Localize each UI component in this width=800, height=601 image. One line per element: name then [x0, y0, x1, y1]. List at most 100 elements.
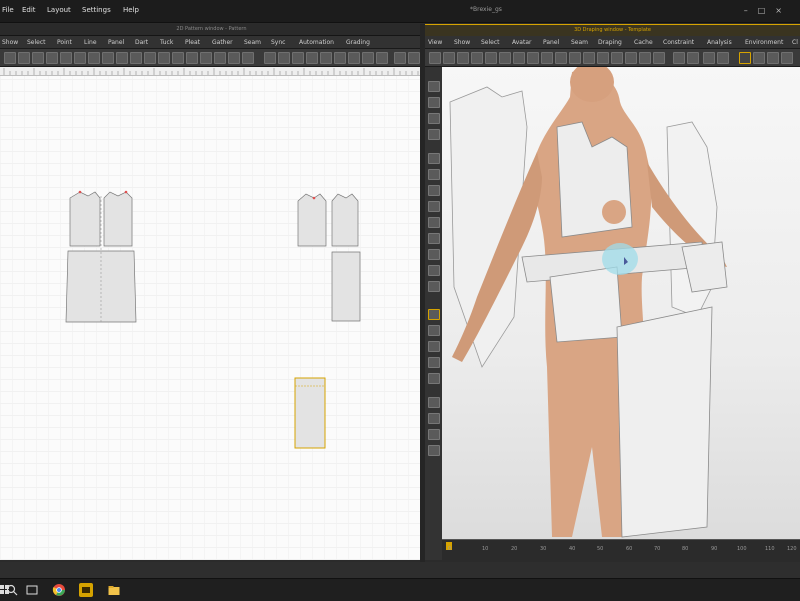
rotate-tool-icon[interactable] [200, 52, 212, 64]
menu-constraint[interactable]: Constraint [663, 39, 694, 46]
avatar-tool-icon[interactable] [443, 52, 455, 64]
grid-tool-icon[interactable] [334, 52, 346, 64]
file-explorer-icon[interactable] [107, 583, 121, 597]
draping-viewport[interactable] [442, 67, 800, 539]
constraint-icon[interactable] [428, 325, 440, 336]
menu-line[interactable]: Line [84, 39, 97, 46]
stop-tool-icon[interactable] [717, 52, 729, 64]
pattern-group-left[interactable] [65, 190, 137, 323]
menu-edit[interactable]: Edit [22, 6, 36, 14]
stress-tool-icon[interactable] [611, 52, 623, 64]
chrome-icon[interactable] [52, 583, 66, 597]
texture-tool-icon[interactable] [471, 52, 483, 64]
flatten-icon[interactable] [428, 217, 440, 228]
pause-tool-icon[interactable] [703, 52, 715, 64]
cut-tool-icon[interactable] [74, 52, 86, 64]
detach-icon[interactable] [428, 357, 440, 368]
menu-layout[interactable]: Layout [47, 6, 71, 14]
maximize-icon[interactable]: □ [758, 6, 776, 15]
menu-grading[interactable]: Grading [346, 39, 370, 46]
close-icon[interactable]: × [775, 6, 792, 15]
menu-help[interactable]: Help [123, 6, 139, 14]
pin-tool-icon[interactable] [527, 52, 539, 64]
menu-show-2d[interactable]: Show [2, 39, 18, 46]
text-tool-icon[interactable] [320, 52, 332, 64]
menu-pleat[interactable]: Pleat [185, 39, 200, 46]
step-tool-icon[interactable] [687, 52, 699, 64]
menu-automation[interactable]: Automation [299, 39, 334, 46]
pattern-skirt-right[interactable] [331, 251, 361, 322]
search-icon[interactable] [5, 583, 19, 597]
scale-tool-icon[interactable] [214, 52, 226, 64]
pen-tool-icon[interactable] [116, 52, 128, 64]
drag-tool-icon[interactable] [541, 52, 553, 64]
arc-tool-icon[interactable] [46, 52, 58, 64]
layer-icon[interactable] [428, 249, 440, 260]
menu-tuck[interactable]: Tuck [160, 39, 173, 46]
fold-icon[interactable] [428, 201, 440, 212]
pattern-point[interactable] [312, 196, 316, 200]
notch-tool-icon[interactable] [292, 52, 304, 64]
menu-sync[interactable]: Sync [271, 39, 285, 46]
erase-icon[interactable] [428, 413, 440, 424]
wrap-icon[interactable] [428, 233, 440, 244]
menu-analysis[interactable]: Analysis [707, 39, 732, 46]
env-tool-icon[interactable] [653, 52, 665, 64]
material-tool-icon[interactable] [513, 52, 525, 64]
zoom-tool-icon[interactable] [394, 52, 406, 64]
pattern-bodice-right-a[interactable] [297, 193, 327, 247]
record-tool-icon[interactable] [597, 52, 609, 64]
pattern-bodice-right-b[interactable] [331, 193, 359, 247]
menu-avatar[interactable]: Avatar [512, 39, 531, 46]
shape-tool-icon[interactable] [555, 52, 567, 64]
pattern-point[interactable] [124, 190, 128, 194]
light-tool-icon[interactable] [499, 52, 511, 64]
select-3d-icon[interactable] [428, 81, 440, 92]
pan-3d-icon[interactable] [428, 129, 440, 140]
minimize-icon[interactable]: – [744, 6, 758, 15]
snap-tool-icon[interactable] [569, 52, 581, 64]
menu-cache[interactable]: Cache [634, 39, 653, 46]
garment-skirt-front[interactable] [616, 306, 713, 538]
menu-seam-3d[interactable]: Seam [571, 39, 588, 46]
menu-file[interactable]: File [2, 6, 14, 14]
sew-3d-icon[interactable] [428, 265, 440, 276]
menu-panel-2d[interactable]: Panel [108, 39, 124, 46]
cache-tool-icon[interactable] [583, 52, 595, 64]
pin-3d-icon[interactable] [428, 397, 440, 408]
sync-tool-icon[interactable] [362, 52, 374, 64]
play-tool-icon[interactable] [673, 52, 685, 64]
dart-tool-icon[interactable] [130, 52, 142, 64]
tuck-tool-icon[interactable] [144, 52, 156, 64]
rect-tool-icon[interactable] [158, 52, 170, 64]
menu-point[interactable]: Point [57, 39, 72, 46]
garment-skirt-left[interactable] [549, 266, 623, 343]
menu-environment[interactable]: Environment [745, 39, 783, 46]
menu-gather[interactable]: Gather [212, 39, 233, 46]
menu-cl[interactable]: Cl [792, 39, 798, 46]
arrange-point-icon[interactable] [428, 153, 440, 164]
drape-icon[interactable] [428, 309, 440, 320]
fabric-tool-icon[interactable] [457, 52, 469, 64]
pointer-tool-icon[interactable] [4, 52, 16, 64]
pattern-workspace[interactable] [0, 76, 420, 560]
save-view-icon[interactable] [767, 52, 779, 64]
move-3d-icon[interactable] [428, 97, 440, 108]
gravity-icon[interactable] [428, 185, 440, 196]
fit-tool-icon[interactable] [408, 52, 420, 64]
grain-tool-icon[interactable] [306, 52, 318, 64]
measure-tool-icon[interactable] [88, 52, 100, 64]
angle-tool-icon[interactable] [102, 52, 114, 64]
rotate-3d-icon[interactable] [428, 113, 440, 124]
menu-show-3d[interactable]: Show [454, 39, 470, 46]
menu-dart[interactable]: Dart [135, 39, 148, 46]
circle-tool-icon[interactable] [172, 52, 184, 64]
mirror-tool-icon[interactable] [186, 52, 198, 64]
line-tool-icon[interactable] [18, 52, 30, 64]
bounding-icon[interactable] [428, 169, 440, 180]
attach-icon[interactable] [428, 341, 440, 352]
camera-tool-icon[interactable] [485, 52, 497, 64]
measure-3d-tool-icon[interactable] [639, 52, 651, 64]
task-view-icon[interactable] [25, 583, 39, 597]
steam-icon[interactable] [428, 281, 440, 292]
